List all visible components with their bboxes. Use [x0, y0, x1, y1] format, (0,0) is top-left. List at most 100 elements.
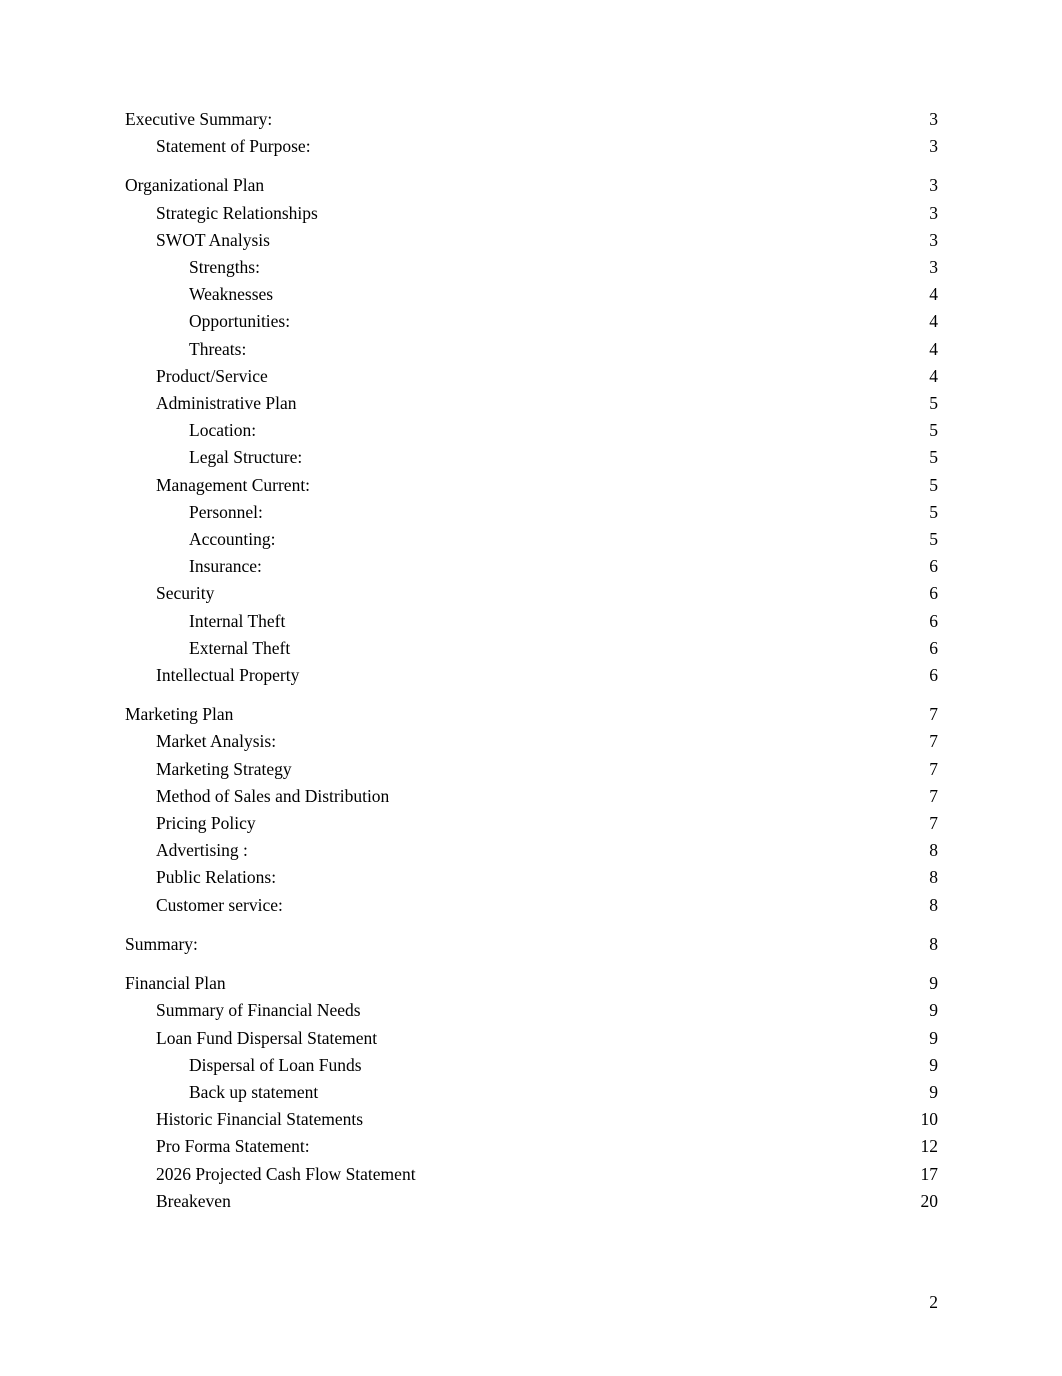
- toc-entry[interactable]: Breakeven 20: [125, 1188, 938, 1215]
- toc-entry-page-number: 8: [929, 894, 938, 915]
- toc-entry[interactable]: Market Analysis: 7: [125, 728, 938, 755]
- toc-entry-label: Administrative Plan: [156, 393, 297, 414]
- toc-entry-page-number: 7: [929, 704, 938, 725]
- toc-entry-page-number: 3: [929, 136, 938, 157]
- toc-entry-label: Method of Sales and Distribution: [156, 785, 390, 806]
- toc-entry[interactable]: Summary of Financial Needs 9: [125, 997, 938, 1024]
- toc-entry-page-number: 9: [929, 973, 938, 994]
- toc-entry[interactable]: Legal Structure: 5: [125, 444, 938, 471]
- toc-entry-page-number: 7: [929, 813, 938, 834]
- toc-entry-page-number: 3: [929, 202, 938, 223]
- toc-entry-label: Strengths:: [189, 257, 260, 278]
- toc-entry-page-number: 8: [929, 933, 938, 954]
- toc-entry[interactable]: Marketing Plan 7: [125, 701, 938, 728]
- toc-entry-label: Historic Financial Statements: [156, 1109, 364, 1130]
- toc-entry-label: Threats:: [189, 338, 247, 359]
- toc-entry[interactable]: Back up statement 9: [125, 1079, 938, 1106]
- toc-entry[interactable]: Accounting: 5: [125, 526, 938, 553]
- toc-entry[interactable]: Executive Summary: 3: [125, 106, 938, 133]
- footer-page-number: 2: [929, 1292, 938, 1312]
- toc-entry-page-number: 4: [929, 311, 938, 332]
- toc-entry[interactable]: Advertising : 8: [125, 837, 938, 864]
- toc-entry[interactable]: Internal Theft 6: [125, 608, 938, 635]
- toc-entry[interactable]: SWOT Analysis 3: [125, 227, 938, 254]
- toc-entry-page-number: 5: [929, 420, 938, 441]
- toc-entry-page-number: 4: [929, 284, 938, 305]
- toc-entry[interactable]: Loan Fund Dispersal Statement 9: [125, 1025, 938, 1052]
- toc-entry-label: Location:: [189, 420, 257, 441]
- toc-entry[interactable]: Administrative Plan 5: [125, 390, 938, 417]
- toc-entry[interactable]: Weaknesses 4: [125, 281, 938, 308]
- toc-entry[interactable]: Statement of Purpose: 3: [125, 133, 938, 160]
- toc-entry-page-number: 6: [929, 637, 938, 658]
- toc-entry[interactable]: Insurance: 6: [125, 553, 938, 580]
- toc-entry[interactable]: Dispersal of Loan Funds 9: [125, 1052, 938, 1079]
- toc-entry[interactable]: Product/Service 4: [125, 363, 938, 390]
- toc-entry[interactable]: Marketing Strategy 7: [125, 756, 938, 783]
- toc-entry-label: 2026 Projected Cash Flow Statement: [156, 1163, 416, 1184]
- toc-entry-label: Marketing Plan: [125, 704, 234, 725]
- toc-entry-page-number: 12: [920, 1136, 939, 1157]
- toc-entry[interactable]: Opportunities: 4: [125, 308, 938, 335]
- toc-entry-label: Insurance:: [189, 556, 262, 577]
- toc-entry[interactable]: Method of Sales and Distribution 7: [125, 783, 938, 810]
- toc-entry-page-number: 17: [920, 1163, 939, 1184]
- toc-entry-label: SWOT Analysis: [156, 229, 270, 250]
- toc-entry-page-number: 3: [929, 257, 938, 278]
- toc-entry[interactable]: Strategic Relationships 3: [125, 200, 938, 227]
- toc-entry-page-number: 5: [929, 447, 938, 468]
- toc-entry-page-number: 9: [929, 1000, 938, 1021]
- toc-entry-page-number: 5: [929, 529, 938, 550]
- toc-entry-page-number: 5: [929, 393, 938, 414]
- toc-entry-page-number: 3: [929, 109, 938, 129]
- toc-entry-page-number: 6: [929, 556, 938, 577]
- toc-entry-page-number: 5: [929, 474, 938, 495]
- toc-entry-label: Accounting:: [189, 529, 276, 550]
- toc-entry[interactable]: Threats: 4: [125, 336, 938, 363]
- toc-entry[interactable]: Historic Financial Statements 10: [125, 1106, 938, 1133]
- toc-entry-page-number: 8: [929, 867, 938, 888]
- toc-entry-label: Opportunities:: [189, 311, 291, 332]
- toc-entry[interactable]: Customer service: 8: [125, 892, 938, 919]
- toc-entry-label: Financial Plan: [125, 973, 226, 994]
- toc-entry-label: Weaknesses: [189, 284, 274, 305]
- toc-entry[interactable]: Management Current: 5: [125, 472, 938, 499]
- toc-entry[interactable]: Intellectual Property 6: [125, 662, 938, 689]
- toc-entry[interactable]: 2026 Projected Cash Flow Statement 17: [125, 1161, 938, 1188]
- toc-entry-label: Pro Forma Statement:: [156, 1136, 310, 1157]
- toc-entry-label: Summary:: [125, 933, 198, 954]
- toc-entry-page-number: 9: [929, 1054, 938, 1075]
- toc-entry-page-number: 9: [929, 1027, 938, 1048]
- toc-entry-label: Marketing Strategy: [156, 758, 292, 779]
- toc-entry-label: Intellectual Property: [156, 665, 300, 686]
- toc-entry-label: Internal Theft: [189, 610, 286, 631]
- toc-entry[interactable]: Pricing Policy 7: [125, 810, 938, 837]
- toc-entry-label: Market Analysis:: [156, 731, 277, 752]
- toc-entry-label: Personnel:: [189, 501, 263, 522]
- toc-entry[interactable]: Location: 5: [125, 417, 938, 444]
- toc-entry-label: Strategic Relationships: [156, 202, 318, 223]
- toc-entry[interactable]: Public Relations: 8: [125, 864, 938, 891]
- toc-entry[interactable]: Financial Plan 9: [125, 970, 938, 997]
- toc-entry-label: Customer service:: [156, 894, 283, 915]
- toc-entry[interactable]: External Theft 6: [125, 635, 938, 662]
- toc-entry-page-number: 6: [929, 665, 938, 686]
- toc-entry[interactable]: Personnel: 5: [125, 499, 938, 526]
- toc-entry-label: Organizational Plan: [125, 175, 265, 196]
- toc-entry-label: Back up statement: [189, 1081, 319, 1102]
- toc-entry-label: Executive Summary:: [125, 109, 273, 129]
- toc-entry-page-number: 6: [929, 583, 938, 604]
- toc-entry-page-number: 20: [920, 1190, 939, 1211]
- toc-entry-page-number: 6: [929, 610, 938, 631]
- toc-entry-label: Advertising :: [156, 840, 248, 861]
- document-page: Executive Summary: 3 Statement of Purpose:…: [0, 0, 1062, 1376]
- toc-entry[interactable]: Organizational Plan 3: [125, 172, 938, 199]
- toc-entry-page-number: 3: [929, 229, 938, 250]
- toc-entry[interactable]: Security 6: [125, 580, 938, 607]
- toc-entry-page-number: 9: [929, 1081, 938, 1102]
- toc-entry[interactable]: Strengths: 3: [125, 254, 938, 281]
- toc-entry-label: Public Relations:: [156, 867, 277, 888]
- toc-entry-page-number: 4: [929, 338, 938, 359]
- toc-entry[interactable]: Summary: 8: [125, 931, 938, 958]
- toc-entry[interactable]: Pro Forma Statement: 12: [125, 1133, 938, 1160]
